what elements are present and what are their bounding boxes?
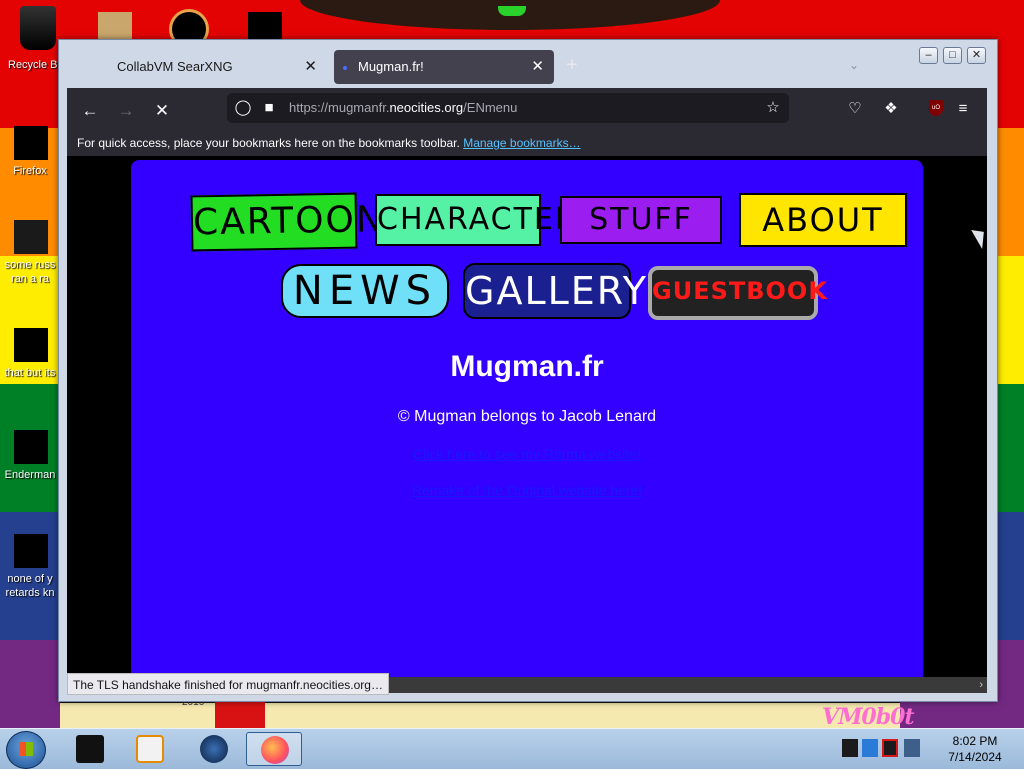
tray-flag-icon[interactable]	[882, 739, 898, 757]
nav-guestbook-button[interactable]: GUESTBOOK	[648, 266, 827, 320]
shield-icon[interactable]: ◯	[233, 98, 253, 118]
recycle-bin-icon[interactable]	[20, 6, 56, 50]
desktop-icon-label-line2: ran a ra	[11, 273, 49, 285]
list-tabs-icon[interactable]: ⌄	[849, 58, 859, 72]
bookmarks-toolbar: For quick access, place your bookmarks h…	[67, 130, 987, 156]
tab-mugman[interactable]: Mugman.fr! ✕	[334, 50, 554, 84]
browser-window: – □ ✕ CollabVM SearXNG ✕ Mugman.fr! ✕ + …	[58, 39, 998, 702]
nav-news-button[interactable]: NEWS	[281, 264, 449, 318]
file-icon	[14, 534, 48, 568]
original-website-link[interactable]: Remake of the Original website here!	[131, 482, 923, 498]
desktop-icon-firefox[interactable]: Firefox	[0, 126, 60, 178]
taskbar-app-globe[interactable]	[186, 732, 242, 766]
media-player-icon	[136, 735, 164, 763]
rarma-website-link[interactable]: Click here to see my Rarma website!	[131, 446, 923, 462]
mugman-page: CARTOONS CHARACTERS STUFF ABOUT NEWS GAL…	[131, 160, 923, 692]
url-path: /ENmenu	[463, 100, 518, 115]
page-viewport: CARTOONS CHARACTERS STUFF ABOUT NEWS GAL…	[67, 156, 987, 692]
back-arrow-icon[interactable]: ←	[79, 100, 101, 122]
cube-icon	[76, 735, 104, 763]
recycle-bin-label: Recycle B	[8, 59, 58, 71]
lock-icon[interactable]: ■	[259, 98, 279, 118]
document-icon	[14, 220, 48, 254]
ublock-icon[interactable]: uO	[929, 100, 943, 116]
url-text[interactable]: https://mugmanfr.neocities.org/ENmenu	[289, 100, 517, 115]
desktop-icon-label: Enderman	[4, 469, 56, 481]
desktop-icon-label-line2: retards kn	[5, 587, 55, 599]
copyright-text: © Mugman belongs to Jacob Lenard	[397, 408, 657, 425]
page-title: Mugman.fr	[450, 350, 604, 383]
clock-date: 7/14/2024	[948, 750, 1002, 764]
tab-label: Mugman.fr!	[358, 59, 424, 74]
extensions-icon[interactable]: ❖	[881, 99, 901, 119]
clock-time: 8:02 PM	[952, 734, 998, 748]
menu-icon[interactable]: ≡	[953, 99, 973, 119]
desktop-icon-russ[interactable]: some russ ran a ra	[0, 220, 60, 286]
desktop-icon-label: that but its	[4, 367, 56, 379]
taskbar: 8:02 PM 7/14/2024	[0, 728, 1024, 769]
globe-icon	[200, 735, 228, 763]
nav-about-button[interactable]: ABOUT	[739, 193, 907, 247]
desktop-icon-label: some russ	[4, 259, 56, 271]
scroll-right-icon[interactable]: ›	[979, 677, 983, 693]
address-bar[interactable]: ◯ ■ https://mugmanfr.neocities.org/ENmen…	[227, 93, 789, 123]
tray-app-icon[interactable]	[842, 739, 858, 757]
url-domain: neocities.org	[389, 100, 464, 115]
status-bar-text: The TLS handshake finished for mugmanfr.…	[67, 673, 389, 695]
bookmarks-hint: For quick access, place your bookmarks h…	[77, 136, 460, 150]
tab-collabvm-searxng[interactable]: CollabVM SearXNG ✕	[101, 50, 327, 84]
taskbar-app-media[interactable]	[122, 732, 178, 766]
desktop-icon-label: Firefox	[13, 165, 47, 177]
wallpaper-logo: VM0b0t	[822, 704, 915, 730]
tray-network-icon[interactable]	[862, 739, 878, 757]
nav-cartoons-button[interactable]: CARTOONS	[190, 192, 410, 252]
url-prefix: https://mugmanfr.	[289, 100, 390, 115]
close-tab-icon[interactable]: ✕	[304, 50, 317, 84]
windows-logo-icon	[19, 742, 33, 756]
bookmark-star-icon[interactable]: ☆	[763, 98, 783, 118]
minimize-button[interactable]: –	[919, 47, 938, 64]
firefox-icon	[261, 736, 289, 764]
file-icon	[14, 328, 48, 362]
tray-volume-icon[interactable]	[904, 739, 920, 757]
nav-gallery-button[interactable]: GALLERY	[463, 263, 646, 319]
taskbar-app-firefox[interactable]	[246, 732, 302, 766]
browser-toolbar: ← → ✕ ◯ ■ https://mugmanfr.neocities.org…	[67, 88, 987, 156]
desktop-icon-enderman[interactable]: Enderman	[0, 430, 60, 482]
desktop-icon-thatbut[interactable]: that but its	[0, 328, 60, 380]
tab-label: CollabVM SearXNG	[117, 59, 233, 74]
close-window-button[interactable]: ✕	[967, 47, 986, 64]
new-tab-button[interactable]: +	[566, 54, 578, 77]
system-tray	[838, 733, 938, 765]
stop-loading-icon[interactable]: ✕	[151, 100, 173, 122]
system-clock[interactable]: 8:02 PM 7/14/2024	[940, 733, 1010, 765]
taskbar-app-1[interactable]	[62, 732, 118, 766]
favicon-icon	[343, 66, 347, 70]
firefox-icon	[14, 126, 48, 160]
wallpaper-character-tie	[215, 700, 265, 730]
pocket-icon[interactable]: ♡	[845, 99, 865, 119]
close-tab-icon[interactable]: ✕	[531, 50, 544, 84]
desktop-icon-label: none of y	[7, 573, 53, 585]
desktop-icon-noneofy[interactable]: none of y retards kn	[0, 534, 60, 600]
manage-bookmarks-link[interactable]: Manage bookmarks…	[463, 136, 580, 150]
nav-characters-button[interactable]: CHARACTERS	[375, 194, 597, 246]
maximize-button[interactable]: □	[943, 47, 962, 64]
start-button[interactable]	[6, 731, 46, 769]
nav-stuff-button[interactable]: STUFF	[560, 196, 722, 244]
forward-arrow-icon[interactable]: →	[115, 100, 137, 122]
wallpaper-character-mouth	[498, 6, 526, 16]
file-icon	[14, 430, 48, 464]
